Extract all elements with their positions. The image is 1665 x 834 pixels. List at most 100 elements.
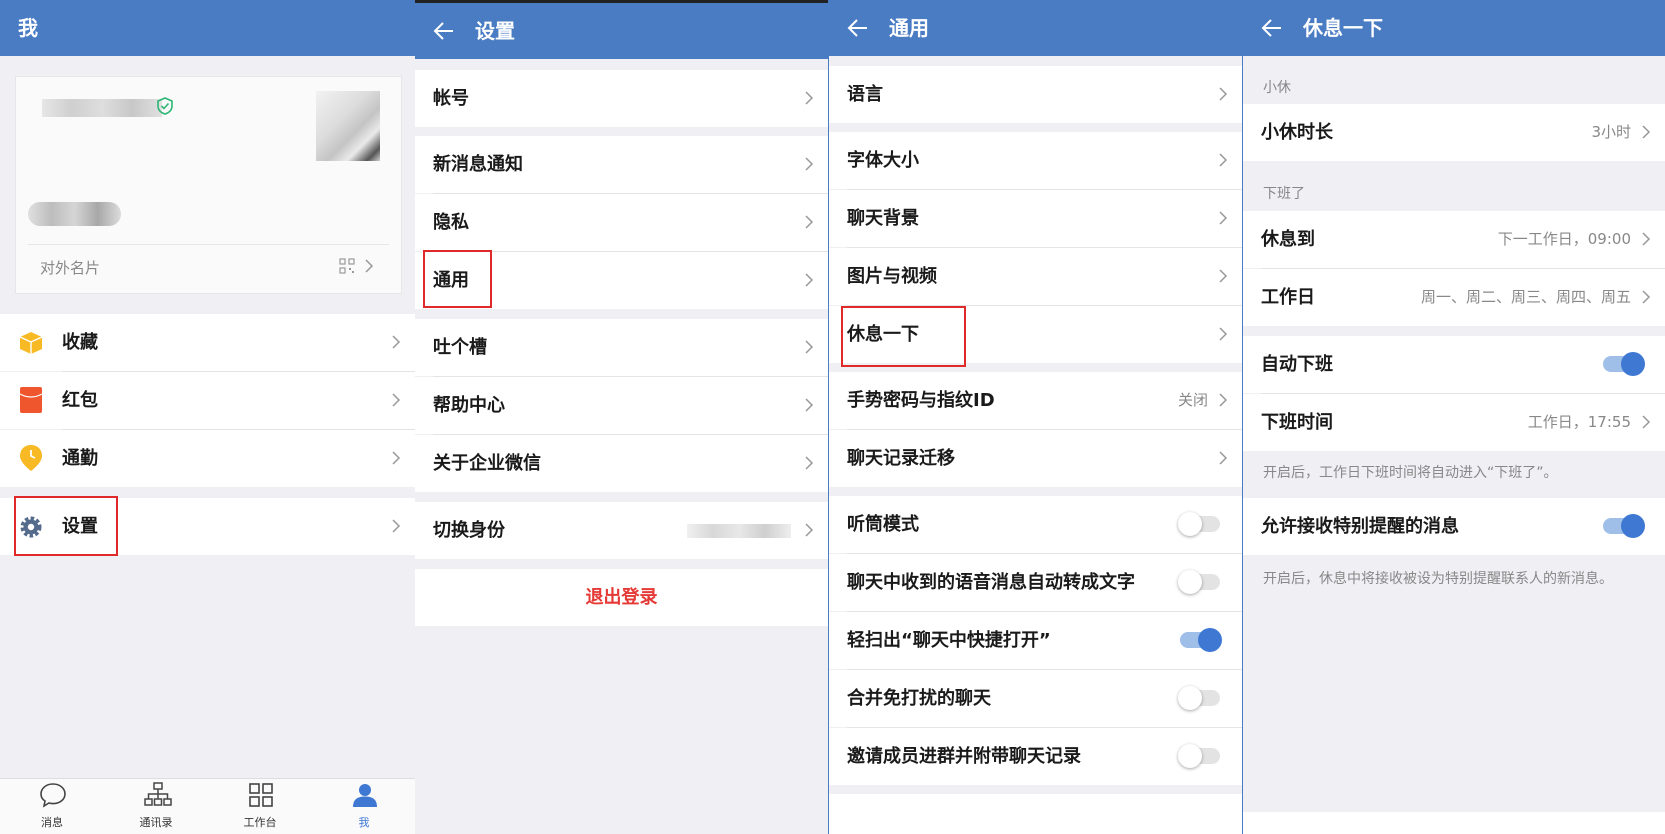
row-label: 帐号 (433, 88, 469, 109)
settings-help[interactable]: 帮助中心 (415, 377, 828, 434)
toggle-row-invite-history[interactable]: 邀请成员进群并附带聊天记录 (829, 728, 1242, 785)
row-value: 下一工作日，09:00 (1497, 230, 1631, 248)
me-header: 我 (0, 0, 415, 56)
card-divider (28, 244, 389, 245)
contacts-icon (144, 782, 172, 806)
row-label: 隐私 (433, 212, 469, 233)
row-label: 听筒模式 (847, 514, 919, 535)
highlight-box (423, 250, 492, 308)
row-label: 关于企业微信 (433, 453, 541, 474)
settings-notifications[interactable]: 新消息通知 (415, 136, 828, 193)
favorites-item[interactable]: 收藏 (0, 314, 415, 371)
note-auto-off: 开启后，工作日下班时间将自动进入“下班了”。 (1263, 465, 1558, 481)
rest-header: 休息一下 (1243, 0, 1665, 56)
section-header-off-work: 下班了 (1263, 186, 1305, 202)
row-label: 轻扫出“聊天中快捷打开” (847, 630, 1051, 651)
invite-history-toggle[interactable] (1178, 744, 1222, 768)
location-clock-icon (20, 445, 42, 471)
row-label: 吐个槽 (433, 337, 487, 358)
off-time-row[interactable]: 下班时间 工作日，17:55 (1243, 394, 1665, 451)
profile-name-blurred (42, 99, 162, 117)
auto-off-toggle[interactable] (1601, 352, 1645, 376)
rest-until-row[interactable]: 休息到 下一工作日，09:00 (1243, 211, 1665, 268)
chevron-right-icon (392, 393, 401, 407)
settings-switch-identity[interactable]: 切换身份 (415, 502, 828, 559)
highlight-box (841, 306, 966, 367)
tab-me[interactable]: 我 (314, 780, 414, 834)
row-label: 小休时长 (1261, 122, 1333, 143)
page-title: 设置 (475, 19, 515, 43)
chevron-right-icon (1642, 290, 1651, 304)
general-font-size[interactable]: 字体大小 (829, 132, 1242, 189)
chevron-right-icon (805, 340, 814, 354)
row-value: 周一、周二、周三、周四、周五 (1420, 288, 1631, 306)
commute-label: 通勤 (62, 448, 98, 469)
tab-messages[interactable]: 消息 (2, 780, 102, 834)
chevron-right-icon (805, 157, 814, 171)
general-gesture-password[interactable]: 手势密码与指纹ID 关闭 (829, 372, 1242, 429)
row-label: 帮助中心 (433, 395, 505, 416)
chevron-right-icon (805, 456, 814, 470)
toggle-row-earpiece[interactable]: 听筒模式 (829, 496, 1242, 553)
row-value: 工作日，17:55 (1527, 413, 1631, 431)
settings-about[interactable]: 关于企业微信 (415, 435, 828, 492)
chevron-right-icon (1219, 393, 1228, 407)
toggle-row-merge-muted[interactable]: 合并免打扰的聊天 (829, 670, 1242, 727)
earpiece-toggle[interactable] (1178, 512, 1222, 536)
box-icon (19, 332, 43, 354)
chevron-right-icon (392, 451, 401, 465)
merge-muted-toggle[interactable] (1178, 686, 1222, 710)
row-label: 字体大小 (847, 150, 919, 171)
toggle-row-voice-to-text[interactable]: 聊天中收到的语音消息自动转成文字 (829, 554, 1242, 611)
red-packet-item[interactable]: 红包 (0, 372, 415, 429)
settings-panel: 设置 帐号 新消息通知 隐私 通用 吐个槽 帮助中心 关于企业微信 切换身份 退… (415, 0, 828, 834)
toggle-row-swipe-quick-open[interactable]: 轻扫出“聊天中快捷打开” (829, 612, 1242, 669)
chat-icon (40, 783, 66, 808)
commute-item[interactable]: 通勤 (0, 430, 415, 487)
voice-to-text-toggle[interactable] (1178, 570, 1222, 594)
chevron-right-icon (1219, 211, 1228, 225)
verified-icon (157, 97, 173, 115)
tab-workbench[interactable]: 工作台 (210, 780, 310, 834)
row-label: 休息到 (1261, 229, 1315, 250)
cutoff-row[interactable] (829, 794, 1242, 834)
allow-special-toggle[interactable] (1601, 514, 1645, 538)
chevron-right-icon (1219, 327, 1228, 341)
grid-icon (249, 783, 273, 807)
general-chat-background[interactable]: 聊天背景 (829, 190, 1242, 247)
note-allow-special: 开启后，休息中将接收被设为特别提醒联系人的新消息。 (1263, 571, 1613, 587)
allow-special-row[interactable]: 允许接收特别提醒的消息 (1243, 498, 1665, 555)
settings-account[interactable]: 帐号 (415, 70, 828, 127)
profile-card[interactable]: 对外名片 (15, 76, 402, 294)
row-label: 聊天中收到的语音消息自动转成文字 (847, 572, 1135, 593)
tab-contacts[interactable]: 通讯录 (106, 780, 206, 834)
auto-off-row[interactable]: 自动下班 (1243, 336, 1665, 393)
red-packet-icon (20, 387, 42, 413)
page-title: 休息一下 (1303, 16, 1383, 40)
general-media[interactable]: 图片与视频 (829, 248, 1242, 305)
back-arrow-icon[interactable] (433, 20, 455, 42)
chevron-right-icon (805, 523, 814, 537)
row-label: 聊天背景 (847, 208, 919, 229)
workday-row[interactable]: 工作日 周一、周二、周三、周四、周五 (1243, 269, 1665, 326)
break-duration-row[interactable]: 小休时长 3小时 (1243, 104, 1665, 161)
tab-label: 消息 (41, 816, 63, 829)
logout-button[interactable]: 退出登录 (415, 569, 828, 626)
back-arrow-icon[interactable] (847, 17, 869, 39)
settings-privacy[interactable]: 隐私 (415, 194, 828, 251)
row-label: 邀请成员进群并附带聊天记录 (847, 746, 1081, 767)
chevron-right-icon (1642, 415, 1651, 429)
chevron-right-icon (392, 335, 401, 349)
back-arrow-icon[interactable] (1261, 17, 1283, 39)
general-chat-migration[interactable]: 聊天记录迁移 (829, 430, 1242, 487)
general-panel: 通用 语言 字体大小 聊天背景 图片与视频 休息一下 手势密码与指纹ID 关闭 … (828, 0, 1243, 834)
chevron-right-icon (1219, 87, 1228, 101)
page-title: 我 (18, 16, 38, 40)
swipe-quick-open-toggle[interactable] (1178, 628, 1222, 652)
general-language[interactable]: 语言 (829, 66, 1242, 123)
row-label: 切换身份 (433, 520, 505, 541)
settings-feedback[interactable]: 吐个槽 (415, 319, 828, 376)
chevron-right-icon (1219, 451, 1228, 465)
row-label: 语言 (847, 84, 883, 105)
chevron-right-icon (805, 398, 814, 412)
